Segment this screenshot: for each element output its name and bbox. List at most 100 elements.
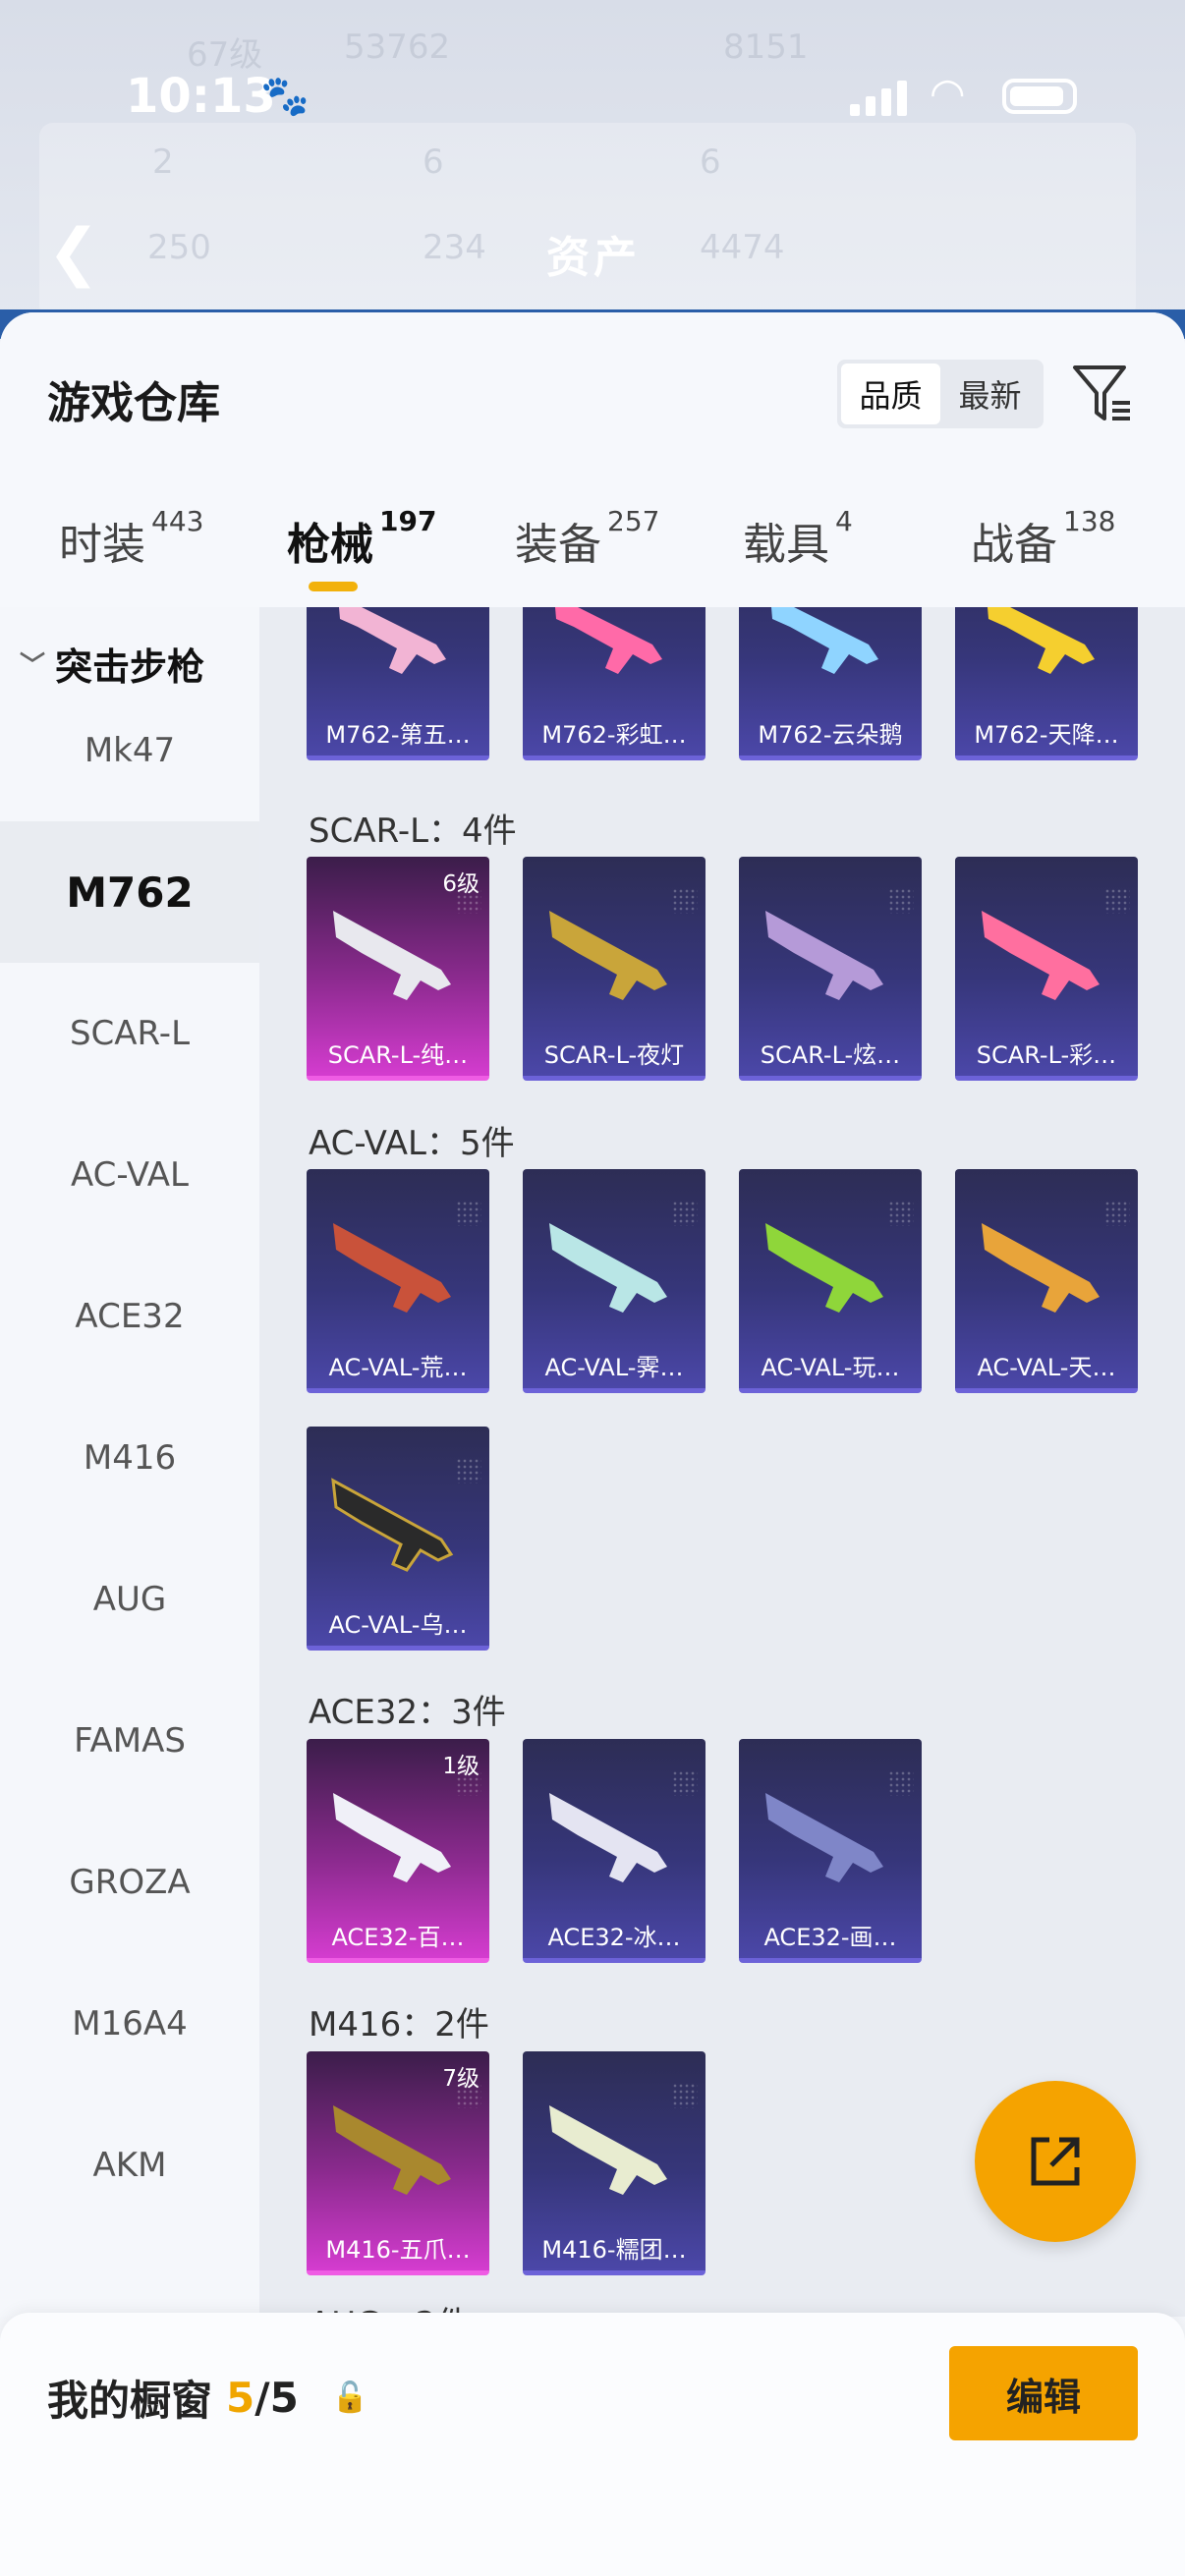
sidebar-item-scar-l[interactable]: SCAR-L [0, 963, 259, 1104]
showcase-label: 我的橱窗 [47, 2377, 213, 2425]
skin-card[interactable]: 1级 ACE32-百… [307, 1739, 489, 1963]
tab-fashion[interactable]: 时装 443 [59, 505, 203, 572]
ghost-stat-a: 2 [152, 142, 174, 182]
sort-quality-button[interactable]: 品质 [841, 364, 940, 424]
sidebar-item-akm[interactable]: AKM [0, 2095, 259, 2236]
tab-vehicles[interactable]: 载具 4 [743, 505, 853, 572]
sidebar-item-ac-val[interactable]: AC-VAL [0, 1104, 259, 1246]
gun-icon [331, 1478, 454, 1572]
gun-icon [765, 1223, 883, 1313]
edit-button[interactable]: 编辑 [949, 2346, 1138, 2440]
gun-icon [549, 2105, 667, 2195]
skin-card[interactable]: M762-云朵鹅 [739, 607, 922, 760]
sidebar-item-m762[interactable]: M762 [0, 821, 259, 963]
skin-label: SCAR-L-彩… [976, 1041, 1117, 1069]
skin-label: ACE32-画… [763, 1924, 897, 1951]
skin-card[interactable]: ACE32-冰… [523, 1739, 705, 1963]
gun-icon [549, 1223, 667, 1313]
group-title-ac-val: AC-VAL：5件 [309, 1124, 515, 1163]
skin-card[interactable]: AC-VAL-霁… [523, 1169, 705, 1393]
battery-icon [1002, 79, 1077, 114]
group-title-ace32: ACE32：3件 [309, 1693, 506, 1732]
group-title-scar-l: SCAR-L：4件 [309, 812, 517, 851]
skin-card[interactable]: 7级 M416-五爪… [307, 2051, 489, 2275]
share-icon [1031, 2137, 1080, 2186]
ghost-stat-f: 4474 [700, 228, 785, 267]
sidebar-item-famas[interactable]: FAMAS [0, 1670, 259, 1812]
gun-icon [765, 1793, 883, 1882]
status-time: 10:13 [126, 69, 276, 124]
weapon-grid: SCAR-L：4件 AC-VAL：5件 ACE32：3件 M416：2件 AUG… [259, 607, 1185, 2317]
skin-label: ACE32-冰… [547, 1924, 681, 1951]
chevron-down-icon: ﹀ [20, 651, 46, 681]
showcase-total: /5 [254, 2374, 299, 2422]
skin-label: M762-第五… [325, 721, 471, 749]
sidebar-item-m416[interactable]: M416 [0, 1387, 259, 1529]
group-title-m416: M416：2件 [309, 2005, 489, 2044]
skin-card[interactable]: M416-糯团… [523, 2051, 705, 2275]
gun-icon [333, 2105, 451, 2195]
skin-card[interactable]: AC-VAL-玩… [739, 1169, 922, 1393]
ghost-stat-c: 6 [700, 142, 721, 182]
tab-guns[interactable]: 枪械 197 [287, 505, 436, 572]
wifi-icon: ◠ [930, 69, 966, 117]
skin-card[interactable]: ACE32-画… [739, 1739, 922, 1963]
gun-icon [549, 1793, 667, 1882]
skin-label: SCAR-L-夜灯 [543, 1041, 685, 1069]
gun-icon [339, 607, 446, 674]
category-tabs: 时装 443 枪械 197 装备 257 载具 4 战备 138 [0, 505, 1185, 607]
skin-card[interactable]: SCAR-L-夜灯 [523, 857, 705, 1081]
sidebar-item-ace32[interactable]: ACE32 [0, 1246, 259, 1387]
tab-supplies[interactable]: 战备 138 [971, 505, 1115, 572]
skin-card[interactable]: M762-第五… [307, 607, 489, 760]
ghost-stat-d: 250 [147, 228, 211, 267]
tab-indicator [309, 582, 358, 591]
ghost-stat-e: 234 [423, 228, 486, 267]
sheet-title: 游戏仓库 [47, 378, 220, 428]
gun-icon [333, 1793, 451, 1882]
skin-card[interactable]: 6级 SCAR-L-纯… [307, 857, 489, 1081]
skin-card[interactable]: AC-VAL-天… [955, 1169, 1138, 1393]
skin-label: M416-糯团… [541, 2236, 687, 2264]
paw-icon: 🐾 [260, 74, 310, 119]
warehouse-sheet: 游戏仓库 品质 最新 时装 443 枪械 197 装备 257 载具 4 战备 138 ﹀… [0, 312, 1185, 2576]
showcase-count: 5 [226, 2374, 255, 2422]
skin-card[interactable]: SCAR-L-炫… [739, 857, 922, 1081]
gun-icon [555, 607, 662, 674]
skin-card[interactable]: M762-天降… [955, 607, 1138, 760]
skin-label: M762-彩虹… [541, 721, 687, 749]
gun-icon [333, 911, 451, 1000]
gun-icon [333, 1223, 451, 1313]
lock-icon[interactable]: 🔓 [332, 2380, 368, 2415]
gun-icon [549, 911, 667, 1000]
skin-label: ACE32-百… [331, 1924, 465, 1951]
gun-icon [988, 607, 1095, 674]
share-button[interactable] [975, 2081, 1136, 2242]
skin-label: M762-天降… [974, 721, 1119, 749]
page-title: 资产 [546, 233, 641, 283]
sidebar-item-groza[interactable]: GROZA [0, 1812, 259, 1953]
status-bar: 10:13 🐾 ◠ [0, 57, 1185, 136]
skin-label: SCAR-L-纯… [327, 1041, 469, 1069]
skin-label: AC-VAL-乌… [328, 1611, 468, 1639]
sidebar-item-m16a4[interactable]: M16A4 [0, 1953, 259, 2095]
back-icon[interactable]: ❮ [47, 216, 100, 289]
skin-card[interactable]: M762-彩虹… [523, 607, 705, 760]
skin-label: AC-VAL-玩… [761, 1354, 900, 1381]
sidebar-item-aug[interactable]: AUG [0, 1529, 259, 1670]
showcase-summary: 我的橱窗 5 /5 🔓 [47, 2368, 368, 2428]
gun-icon [982, 1223, 1100, 1313]
filter-icon[interactable] [1071, 362, 1134, 424]
skin-label: AC-VAL-霁… [544, 1354, 684, 1381]
ghost-stat-b: 6 [423, 142, 444, 182]
tab-equipment[interactable]: 装备 257 [515, 505, 659, 572]
skin-card[interactable]: AC-VAL-荒… [307, 1169, 489, 1393]
gun-icon [982, 911, 1100, 1000]
skin-label: M416-五爪… [325, 2236, 471, 2264]
skin-card[interactable]: AC-VAL-乌… [307, 1427, 489, 1651]
sidebar-item-mk47[interactable]: Mk47 [0, 680, 259, 821]
sort-latest-button[interactable]: 最新 [940, 364, 1040, 424]
skin-card[interactable]: SCAR-L-彩… [955, 857, 1138, 1081]
skin-label: AC-VAL-荒… [328, 1354, 468, 1381]
skin-label: M762-云朵鹅 [758, 721, 903, 749]
